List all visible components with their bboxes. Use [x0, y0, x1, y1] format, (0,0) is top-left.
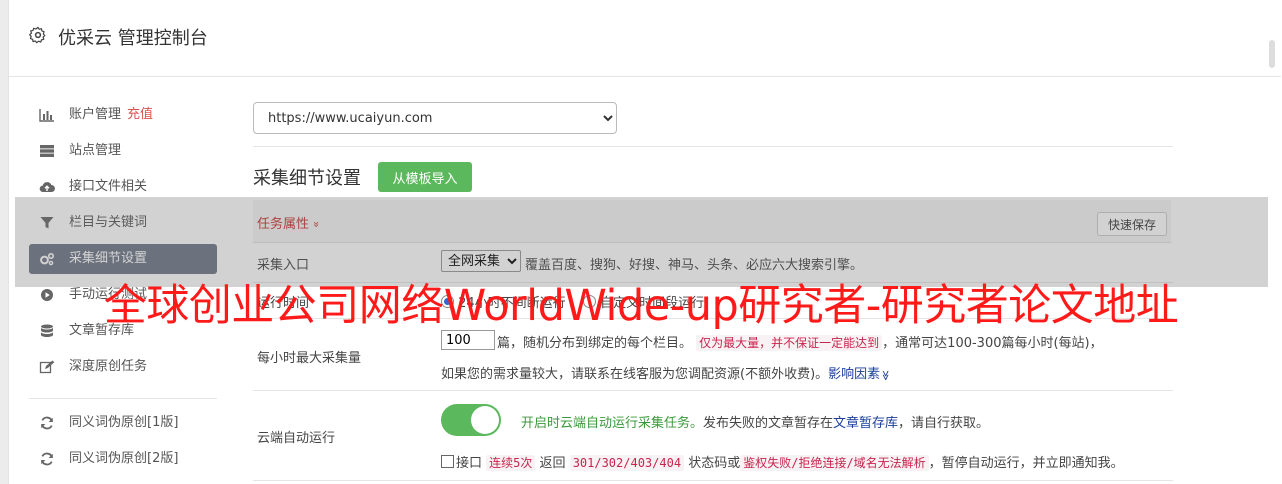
- max-collect-line2: 如果您的需求量较大，请联系在线客服为您调配资源(不额外收费)。影响因素≫: [441, 367, 891, 382]
- cloud-upload-icon: [39, 182, 55, 193]
- refresh-icon: [41, 452, 53, 466]
- toggle-knob: [471, 406, 499, 434]
- sidebar-item-label: 站点管理: [69, 143, 122, 158]
- max-collect-note: 仅为最大量，并不保证一定能达到: [696, 335, 883, 351]
- pause-checkbox[interactable]: [441, 455, 454, 468]
- sidebar-item-deep-original[interactable]: 深度原创任务: [29, 352, 217, 382]
- sidebar-item-synonym-v2[interactable]: 同义词伪原创[2版]: [29, 444, 217, 474]
- sidebar-item-label: 账户管理: [69, 107, 122, 122]
- site-select[interactable]: https://www.ucaiyun.com: [253, 102, 617, 134]
- page-title: 优采云 管理控制台: [58, 28, 208, 49]
- divider: [253, 146, 1173, 147]
- recharge-link[interactable]: 充值: [127, 107, 153, 122]
- influence-factors-link[interactable]: 影响因素≫: [828, 367, 891, 382]
- gear-icon: [29, 26, 46, 44]
- scrollbar[interactable]: [1269, 40, 1275, 68]
- sidebar-item-account[interactable]: 账户管理 充值: [29, 100, 217, 130]
- watermark-text: 全球创业公司网络WorldWide-up研究者-研究者论文地址: [103, 281, 1179, 331]
- section-title: 采集细节设置: [253, 168, 361, 189]
- chevron-down-icon: ≫: [879, 370, 891, 381]
- article-storage-link[interactable]: 文章暂存库: [833, 416, 898, 431]
- cloud-run-toggle[interactable]: [441, 404, 501, 436]
- sidebar-item-label: 同义词伪原创[1版]: [69, 415, 179, 430]
- sidebar-divider: [29, 398, 217, 399]
- row-divider: [253, 480, 1173, 481]
- max-collect-input[interactable]: [441, 330, 495, 350]
- server-icon: [40, 145, 54, 157]
- sidebar-item-synonym-v1[interactable]: 同义词伪原创[1版]: [29, 408, 217, 438]
- sidebar-item-label: 同义词伪原创[2版]: [69, 451, 179, 466]
- cloud-run-pause-rule: 接口 连续5次 返回 301/302/403/404 状态码或 鉴权失败/拒绝连接…: [441, 452, 1124, 471]
- max-collect-label: 每小时最大采集量: [257, 351, 362, 366]
- refresh-icon: [41, 416, 53, 430]
- edit-icon: [39, 360, 55, 374]
- bar-chart-icon: [39, 109, 54, 122]
- max-collect-line1: 篇，随机分布到绑定的每个栏目。 仅为最大量，并不保证一定能达到 ，通常可达100-…: [497, 335, 1103, 351]
- cloud-run-desc: 开启时云端自动运行采集任务。发布失败的文章暂存在文章暂存库，请自行获取。: [521, 416, 990, 431]
- sidebar-item-sites[interactable]: 站点管理: [29, 136, 217, 166]
- sidebar-item-label: 深度原创任务: [69, 359, 148, 374]
- overlay-band: [15, 197, 1268, 287]
- row-divider: [253, 390, 1173, 391]
- import-template-button[interactable]: 从模板导入: [378, 162, 472, 192]
- page-header: 优采云 管理控制台: [9, 0, 1281, 77]
- cloud-run-label: 云端自动运行: [257, 431, 336, 446]
